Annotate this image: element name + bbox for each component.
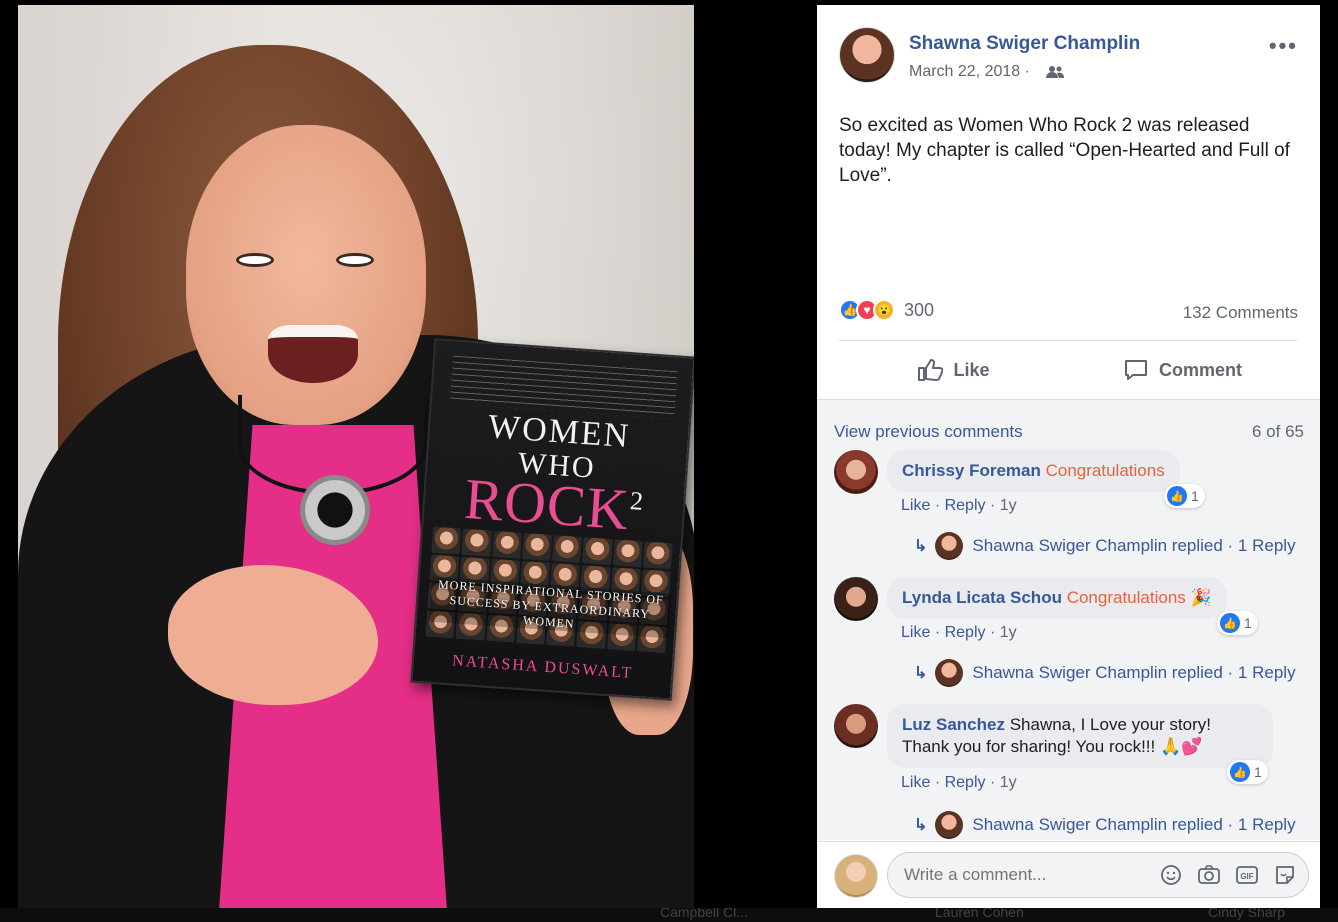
comment-input[interactable] (904, 865, 1134, 885)
reply-avatar (935, 811, 964, 839)
comment-text: Congratulations (1066, 588, 1186, 607)
view-previous-comments-link[interactable]: View previous comments (834, 422, 1023, 442)
author-avatar[interactable] (839, 27, 895, 83)
comment-like-count: 1 (1244, 615, 1252, 631)
reply-arrow-icon: ↳ (914, 538, 928, 555)
reply-avatar (935, 532, 964, 560)
like-reaction-icon: 👍 (1220, 613, 1240, 633)
post-header: Shawna Swiger Champlin March 22, 2018 · … (817, 5, 1320, 95)
comment-like-count: 1 (1191, 488, 1199, 504)
comment-actions: Like · Reply · 1y (901, 774, 1017, 791)
comment-text: Congratulations (1045, 461, 1165, 480)
comment-reply-link[interactable]: Reply (945, 624, 986, 641)
comment-like-badge[interactable]: 👍 1 (1217, 611, 1258, 635)
comments-page-count: 6 of 65 (1252, 422, 1304, 441)
reaction-count: 300 (904, 299, 935, 320)
comment-bubble: Lynda Licata Schou Congratulations 🎉 (887, 577, 1227, 619)
friends-audience-icon[interactable] (1046, 65, 1064, 79)
book-author: NATASHA DUSWALT (451, 652, 634, 682)
post-actions: Like Comment (839, 349, 1297, 391)
post-text: So excited as Women Who Rock 2 was relea… (839, 115, 1290, 186)
comment-reply-link[interactable]: Reply (945, 774, 986, 791)
view-replies-link[interactable]: ↳ Shawna Swiger Champlin replied · 1 Rep… (914, 659, 1296, 687)
background-name: Lauren Cohen (935, 908, 1024, 920)
view-replies-link[interactable]: ↳ Shawna Swiger Champlin replied · 1 Rep… (914, 811, 1296, 839)
commenter-name[interactable]: Chrissy Foreman (902, 461, 1041, 480)
post-panel: Shawna Swiger Champlin March 22, 2018 · … (817, 5, 1320, 908)
background-name: Cindy Sharp (1208, 908, 1286, 920)
comment-bubble: Chrissy Foreman Congratulations (887, 450, 1180, 492)
comment-like-link[interactable]: Like (901, 624, 930, 641)
comment-actions: Like · Reply · 1y (901, 624, 1017, 641)
gif-icon-label: GIF (1240, 872, 1253, 881)
post-photo[interactable]: WOMEN WHO ROCK2 MORE INSPIRATIONAL STORI… (18, 5, 694, 908)
gif-icon[interactable]: GIF (1234, 862, 1260, 888)
book-cover: WOMEN WHO ROCK2 MORE INSPIRATIONAL STORI… (410, 338, 694, 701)
photo-eye-left (236, 253, 274, 267)
commenter-avatar[interactable] (834, 450, 878, 494)
comment-like-badge[interactable]: 👍 1 (1227, 760, 1268, 784)
post-date[interactable]: March 22, 2018 · (909, 63, 1030, 81)
thumbs-up-icon (918, 359, 944, 381)
reply-arrow-icon: ↳ (914, 665, 928, 682)
like-button[interactable]: Like (839, 349, 1068, 391)
reply-avatar (935, 659, 964, 687)
comment-actions: Like · Reply · 1y (901, 497, 1017, 514)
comments-section: View previous comments 6 of 65 Chrissy F… (817, 400, 1320, 840)
photo-necklace-pendant (300, 475, 370, 545)
reactions-summary[interactable]: 👍 ♥ 😮 300 (839, 297, 934, 323)
wow-reaction-icon: 😮 (873, 299, 895, 321)
camera-icon[interactable] (1196, 862, 1222, 888)
replies-summary: Shawna Swiger Champlin replied · 1 Reply (972, 815, 1296, 834)
replies-summary: Shawna Swiger Champlin replied · 1 Reply (972, 663, 1296, 682)
party-popper-emoji: 🎉 (1190, 588, 1212, 607)
comment-time[interactable]: 1y (1000, 774, 1017, 791)
replies-summary: Shawna Swiger Champlin replied · 1 Reply (972, 536, 1296, 555)
comment-like-link[interactable]: Like (901, 774, 930, 791)
sticker-icon[interactable] (1272, 862, 1298, 888)
comment-reply-link[interactable]: Reply (945, 497, 986, 514)
view-replies-link[interactable]: ↳ Shawna Swiger Champlin replied · 1 Rep… (914, 532, 1296, 560)
like-reaction-icon: 👍 (1167, 486, 1187, 506)
commenter-name[interactable]: Luz Sanchez (902, 715, 1005, 734)
comment-text-line2: Thank you for sharing! You rock!!! 🙏💕 (902, 737, 1203, 756)
current-user-avatar[interactable] (834, 854, 878, 898)
comment-bubble: Luz Sanchez Shawna, I Love your story! T… (887, 704, 1273, 768)
comment-composer: GIF (817, 841, 1320, 908)
author-name[interactable]: Shawna Swiger Champlin (909, 33, 1140, 55)
photo-eye-right (336, 253, 374, 267)
reply-arrow-icon: ↳ (914, 817, 928, 834)
comment-count[interactable]: 132 Comments (1183, 303, 1298, 323)
like-reaction-icon: 👍 (1230, 762, 1250, 782)
commenter-name[interactable]: Lynda Licata Schou (902, 588, 1062, 607)
commenter-avatar[interactable] (834, 577, 878, 621)
comment-like-badge[interactable]: 👍 1 (1164, 484, 1205, 508)
more-options-button[interactable]: ••• (1269, 33, 1298, 59)
photo-mouth (268, 325, 358, 383)
comment-bubble-icon (1124, 360, 1147, 380)
book-title-sup: 2 (629, 486, 646, 516)
comment-like-link[interactable]: Like (901, 497, 930, 514)
background-name: Campbell Cl... (660, 908, 748, 920)
comment-button[interactable]: Comment (1068, 349, 1297, 391)
like-button-label: Like (953, 359, 990, 380)
background-strip: Campbell Cl... Lauren Cohen Cindy Sharp (0, 908, 1338, 922)
comment-text: Shawna, I Love your story! (1009, 715, 1211, 734)
comment-like-count: 1 (1254, 764, 1262, 780)
comment-button-label: Comment (1158, 359, 1242, 380)
divider (839, 340, 1297, 341)
comment-time[interactable]: 1y (1000, 624, 1017, 641)
emoji-icon[interactable] (1158, 862, 1184, 888)
composer-icons: GIF (1158, 862, 1298, 888)
comment-input-box[interactable]: GIF (887, 852, 1309, 898)
commenter-avatar[interactable] (834, 704, 878, 748)
comment-time[interactable]: 1y (1000, 497, 1017, 514)
